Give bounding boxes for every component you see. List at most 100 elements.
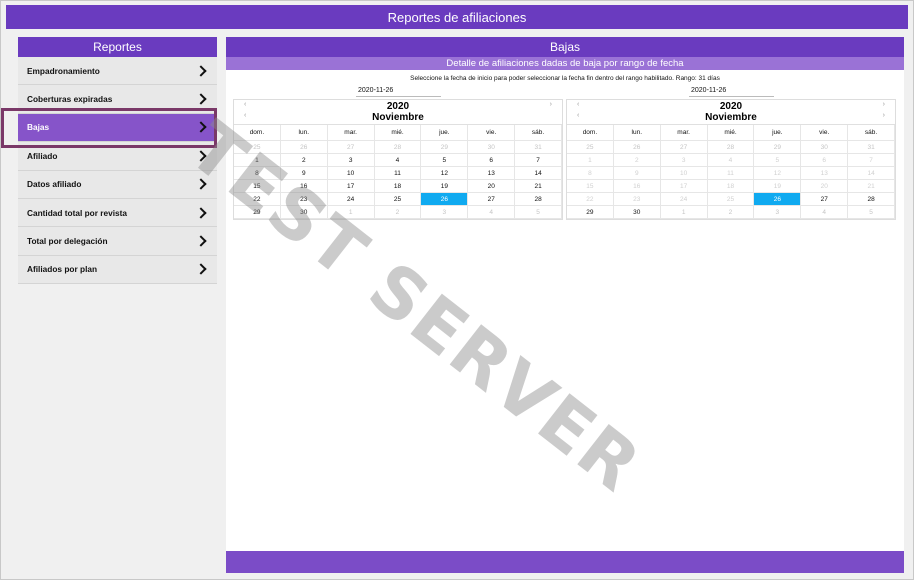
- calendar-day[interactable]: 3: [421, 206, 469, 219]
- calendar-day[interactable]: 7: [515, 154, 562, 167]
- calendar-day[interactable]: 6: [801, 154, 849, 167]
- sidebar-item-empadronamiento[interactable]: Empadronamiento: [18, 57, 217, 86]
- calendar-day[interactable]: 4: [801, 206, 849, 219]
- start-date-input[interactable]: [356, 85, 441, 97]
- sidebar-item-coberturas-expiradas[interactable]: Coberturas expiradas: [18, 85, 217, 114]
- calendar-day[interactable]: 10: [327, 167, 375, 180]
- calendar-day[interactable]: 27: [468, 193, 516, 206]
- calendar-day[interactable]: 31: [848, 141, 895, 154]
- calendar-day[interactable]: 29: [754, 141, 802, 154]
- calendar-day[interactable]: 2: [374, 206, 422, 219]
- calendar-day[interactable]: 1: [660, 206, 708, 219]
- calendar-day[interactable]: 21: [515, 180, 562, 193]
- end-date-input[interactable]: [689, 85, 774, 97]
- calendar-day[interactable]: 29: [421, 141, 469, 154]
- calendar-day[interactable]: 4: [707, 154, 755, 167]
- calendar-day[interactable]: 25: [374, 193, 422, 206]
- sidebar-item-cantidad-total-por-revista[interactable]: Cantidad total por revista: [18, 198, 217, 228]
- calendar-day[interactable]: 13: [801, 167, 849, 180]
- calendar-day[interactable]: 29: [567, 206, 614, 219]
- calendar-day[interactable]: 9: [280, 167, 328, 180]
- calendar-day[interactable]: 24: [660, 193, 708, 206]
- calendar-day[interactable]: 16: [613, 180, 661, 193]
- prev-month-arrow[interactable]: ‹: [244, 112, 246, 119]
- calendar-day[interactable]: 11: [707, 167, 755, 180]
- next-year-arrow[interactable]: ›: [550, 101, 552, 108]
- calendar-day[interactable]: 5: [848, 206, 895, 219]
- calendar-day[interactable]: 3: [327, 154, 375, 167]
- calendar-day[interactable]: 27: [801, 193, 849, 206]
- calendar-day-selected[interactable]: 26: [754, 193, 802, 206]
- calendar-day[interactable]: 30: [613, 206, 661, 219]
- calendar-day[interactable]: 19: [754, 180, 802, 193]
- calendar-day[interactable]: 14: [848, 167, 895, 180]
- calendar-day[interactable]: 22: [567, 193, 614, 206]
- sidebar-item-bajas[interactable]: Bajas: [18, 113, 217, 143]
- calendar-day[interactable]: 27: [327, 141, 375, 154]
- calendar-day[interactable]: 15: [234, 180, 281, 193]
- calendar-day[interactable]: 22: [234, 193, 281, 206]
- calendar-day[interactable]: 1: [234, 154, 281, 167]
- calendar-day[interactable]: 28: [374, 141, 422, 154]
- calendar-day[interactable]: 26: [280, 141, 328, 154]
- calendar-day[interactable]: 30: [801, 141, 849, 154]
- next-month-arrow[interactable]: ›: [883, 112, 885, 119]
- calendar-day[interactable]: 1: [327, 206, 375, 219]
- calendar-day[interactable]: 2: [613, 154, 661, 167]
- calendar-day[interactable]: 19: [421, 180, 469, 193]
- calendar-day[interactable]: 8: [234, 167, 281, 180]
- calendar-day[interactable]: 21: [848, 180, 895, 193]
- calendar-day[interactable]: 23: [613, 193, 661, 206]
- calendar-day[interactable]: 1: [567, 154, 614, 167]
- calendar-day[interactable]: 3: [754, 206, 802, 219]
- calendar-day[interactable]: 7: [848, 154, 895, 167]
- calendar-day[interactable]: 4: [468, 206, 516, 219]
- calendar-day[interactable]: 12: [754, 167, 802, 180]
- calendar-day[interactable]: 18: [707, 180, 755, 193]
- calendar-day[interactable]: 5: [515, 206, 562, 219]
- calendar-day[interactable]: 28: [707, 141, 755, 154]
- next-year-arrow[interactable]: ›: [883, 101, 885, 108]
- calendar-day[interactable]: 15: [567, 180, 614, 193]
- calendar-day[interactable]: 6: [468, 154, 516, 167]
- calendar-day[interactable]: 14: [515, 167, 562, 180]
- calendar-day[interactable]: 3: [660, 154, 708, 167]
- calendar-day-selected[interactable]: 26: [421, 193, 469, 206]
- calendar-day[interactable]: 16: [280, 180, 328, 193]
- calendar-day[interactable]: 5: [754, 154, 802, 167]
- calendar-day[interactable]: 31: [515, 141, 562, 154]
- calendar-day[interactable]: 10: [660, 167, 708, 180]
- calendar-day[interactable]: 20: [468, 180, 516, 193]
- calendar-day[interactable]: 23: [280, 193, 328, 206]
- calendar-day[interactable]: 5: [421, 154, 469, 167]
- calendar-day[interactable]: 24: [327, 193, 375, 206]
- sidebar-item-datos-afiliado[interactable]: Datos afiliado: [18, 170, 217, 199]
- calendar-day[interactable]: 30: [280, 206, 328, 219]
- calendar-day[interactable]: 26: [613, 141, 661, 154]
- calendar-day[interactable]: 8: [567, 167, 614, 180]
- calendar-day[interactable]: 2: [707, 206, 755, 219]
- sidebar-item-afiliado[interactable]: Afiliado: [18, 142, 217, 171]
- calendar-day[interactable]: 11: [374, 167, 422, 180]
- calendar-day[interactable]: 29: [234, 206, 281, 219]
- sidebar-item-total-por-delegacion[interactable]: Total por delegación: [18, 227, 217, 256]
- prev-year-arrow[interactable]: ‹: [577, 101, 579, 108]
- sidebar-item-afiliados-por-plan[interactable]: Afiliados por plan: [18, 255, 217, 285]
- calendar-day[interactable]: 25: [234, 141, 281, 154]
- calendar-day[interactable]: 13: [468, 167, 516, 180]
- calendar-day[interactable]: 9: [613, 167, 661, 180]
- calendar-day[interactable]: 28: [515, 193, 562, 206]
- prev-year-arrow[interactable]: ‹: [244, 101, 246, 108]
- calendar-day[interactable]: 20: [801, 180, 849, 193]
- calendar-day[interactable]: 25: [567, 141, 614, 154]
- calendar-day[interactable]: 30: [468, 141, 516, 154]
- calendar-day[interactable]: 17: [327, 180, 375, 193]
- calendar-day[interactable]: 2: [280, 154, 328, 167]
- calendar-day[interactable]: 4: [374, 154, 422, 167]
- calendar-day[interactable]: 18: [374, 180, 422, 193]
- prev-month-arrow[interactable]: ‹: [577, 112, 579, 119]
- calendar-day[interactable]: 17: [660, 180, 708, 193]
- calendar-day[interactable]: 25: [707, 193, 755, 206]
- calendar-day[interactable]: 28: [848, 193, 895, 206]
- calendar-day[interactable]: 12: [421, 167, 469, 180]
